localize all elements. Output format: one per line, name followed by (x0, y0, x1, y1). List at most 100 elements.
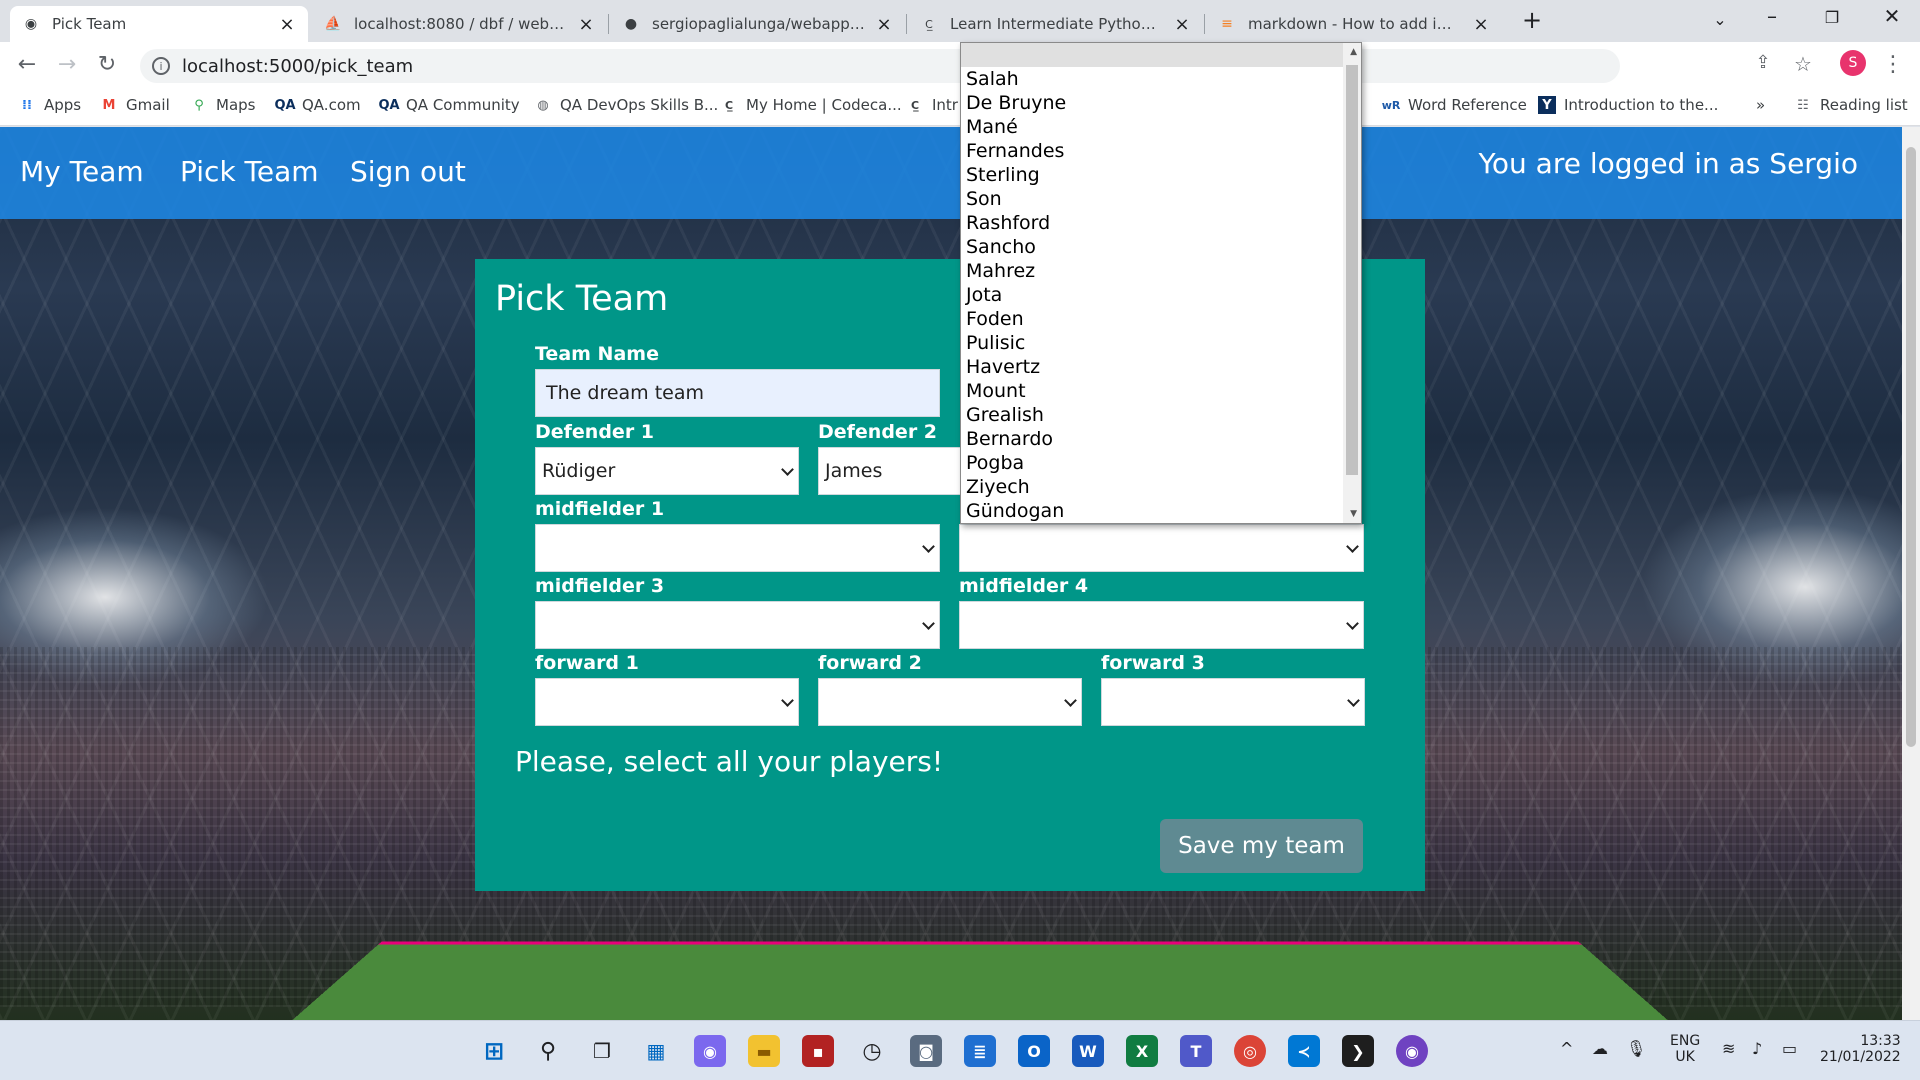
windows-start-icon[interactable]: ⊞ (478, 1035, 510, 1067)
dropdown-option[interactable]: Mahrez (961, 259, 1361, 283)
microphone-icon[interactable]: 🎙 (1626, 1039, 1646, 1058)
scroll-down-arrow-icon[interactable]: ▼ (1350, 509, 1357, 519)
dropdown-option[interactable]: Fernandes (961, 139, 1361, 163)
dropdown-scroll-thumb[interactable] (1346, 65, 1358, 475)
bookmark-intro[interactable]: C̲ Intr (906, 96, 958, 114)
bookmark-introduction[interactable]: Y Introduction to the... (1538, 96, 1718, 114)
dropdown-option[interactable]: Mount (961, 379, 1361, 403)
dropdown-option[interactable]: Sterling (961, 163, 1361, 187)
dropdown-option[interactable]: De Bruyne (961, 91, 1361, 115)
notepad-icon[interactable]: ≣ (964, 1035, 996, 1067)
site-info-icon[interactable]: i (152, 57, 170, 75)
tab-search-icon[interactable]: ⌄ (1700, 10, 1740, 29)
forward-1-select[interactable] (535, 678, 799, 726)
tab-github[interactable]: ● sergiopaglialunga/webapp_fp × (610, 6, 905, 42)
dropdown-option[interactable]: Havertz (961, 355, 1361, 379)
defender-1-select[interactable]: Rüdiger (535, 447, 799, 495)
new-tab-button[interactable]: + (1512, 6, 1552, 34)
dropdown-option[interactable]: Foden (961, 307, 1361, 331)
dropdown-option[interactable]: Rashford (961, 211, 1361, 235)
avatar[interactable]: S (1840, 50, 1866, 76)
close-tab-icon[interactable]: × (1173, 14, 1191, 35)
dropdown-option[interactable]: Son (961, 187, 1361, 211)
nav-link-sign-out[interactable]: Sign out (350, 155, 466, 188)
chrome-icon[interactable]: ◎ (1234, 1035, 1266, 1067)
search-icon[interactable]: ⚲ (532, 1035, 564, 1067)
tab-codecademy[interactable]: C̲ Learn Intermediate Python 3 | Co × (908, 6, 1203, 42)
forward-3-select[interactable] (1101, 678, 1365, 726)
page-scroll-thumb[interactable] (1906, 147, 1916, 747)
language-indicator[interactable]: ENG UK (1670, 1033, 1700, 1065)
vscode-icon[interactable]: ≺ (1288, 1035, 1320, 1067)
bookmark-maps[interactable]: ⚲ Maps (190, 96, 255, 114)
tab-phpmyadmin[interactable]: ⛵ localhost:8080 / dbf / webapp_db × (312, 6, 607, 42)
onedrive-icon[interactable]: ☁ (1592, 1039, 1608, 1058)
midfielder-3-select[interactable] (535, 601, 940, 649)
dropdown-option-empty[interactable] (961, 43, 1361, 67)
nav-link-pick-team[interactable]: Pick Team (180, 155, 319, 188)
chat-icon[interactable]: ◉ (694, 1035, 726, 1067)
reload-icon[interactable]: ↻ (92, 52, 122, 77)
dropdown-option[interactable]: Jota (961, 283, 1361, 307)
dropdown-option[interactable]: Salah (961, 67, 1361, 91)
forward-icon[interactable]: → (52, 52, 82, 77)
dropdown-option[interactable]: Sancho (961, 235, 1361, 259)
word-icon[interactable]: W (1072, 1035, 1104, 1067)
bookmark-qa[interactable]: QA QA.com (274, 96, 360, 114)
player-dropdown-list[interactable]: Salah De Bruyne Mané Fernandes Sterling … (960, 42, 1362, 524)
midfielder-1-select[interactable] (535, 524, 940, 572)
dropdown-option[interactable]: Grealish (961, 403, 1361, 427)
dropdown-option[interactable]: Mané (961, 115, 1361, 139)
close-tab-icon[interactable]: × (875, 14, 893, 35)
bookmark-gmail[interactable]: M Gmail (100, 96, 170, 114)
dropdown-option[interactable]: Gündogan (961, 499, 1361, 523)
teams-icon[interactable]: T (1180, 1035, 1212, 1067)
dropdown-option[interactable]: Bernardo (961, 427, 1361, 451)
bookmark-codecademy[interactable]: C̲ My Home | Codeca... (720, 96, 902, 114)
menu-kebab-icon[interactable]: ⋮ (1878, 52, 1908, 77)
tab-pick-team[interactable]: ◉ Pick Team × (10, 6, 308, 42)
excel-icon[interactable]: X (1126, 1035, 1158, 1067)
dropdown-option[interactable]: Ziyech (961, 475, 1361, 499)
app-red-icon[interactable]: ▪ (802, 1035, 834, 1067)
close-window-button[interactable]: ✕ (1872, 4, 1912, 28)
terminal-icon[interactable]: ❯ (1342, 1035, 1374, 1067)
dropdown-scrollbar[interactable]: ▲ ▼ (1343, 43, 1361, 523)
dropdown-option[interactable]: Pogba (961, 451, 1361, 475)
volume-icon[interactable]: ♪ (1752, 1039, 1762, 1058)
close-tab-icon[interactable]: × (577, 14, 595, 35)
file-explorer-icon[interactable]: ▬ (748, 1035, 780, 1067)
midfielder-2-select[interactable] (959, 524, 1364, 572)
wifi-icon[interactable]: ≋ (1722, 1039, 1735, 1058)
bookmark-star-icon[interactable]: ☆ (1788, 52, 1818, 76)
dropdown-option[interactable]: Pulisic (961, 331, 1361, 355)
bookmark-word-reference[interactable]: wR Word Reference (1382, 96, 1527, 114)
scroll-up-arrow-icon[interactable]: ▲ (1350, 47, 1357, 57)
camera-icon[interactable]: ◙ (910, 1035, 942, 1067)
github-desktop-icon[interactable]: ◉ (1396, 1035, 1428, 1067)
nav-link-my-team[interactable]: My Team (20, 155, 144, 188)
share-icon[interactable]: ⇪ (1748, 52, 1778, 73)
tab-stackoverflow[interactable]: ≡ markdown - How to add images × (1206, 6, 1502, 42)
back-icon[interactable]: ← (12, 52, 42, 77)
clock-app-icon[interactable]: ◷ (856, 1035, 888, 1067)
forward-2-select[interactable] (818, 678, 1082, 726)
restore-button[interactable]: ❐ (1812, 8, 1852, 27)
bookmarks-overflow-button[interactable]: » (1756, 96, 1765, 114)
close-tab-icon[interactable]: × (278, 14, 296, 35)
bookmark-qa-devops[interactable]: ◍ QA DevOps Skills B... (534, 96, 718, 114)
battery-icon[interactable]: ▭ (1782, 1039, 1797, 1058)
bookmark-qa-community[interactable]: QA QA Community (378, 96, 519, 114)
chevron-up-icon[interactable]: ^ (1560, 1039, 1573, 1058)
reading-list-button[interactable]: ☷ Reading list (1794, 96, 1908, 114)
outlook-icon[interactable]: O (1018, 1035, 1050, 1067)
close-tab-icon[interactable]: × (1472, 14, 1490, 35)
midfielder-4-select[interactable] (959, 601, 1364, 649)
url-bar[interactable]: i localhost:5000/pick_team (140, 49, 1620, 83)
team-name-input[interactable]: The dream team (535, 369, 940, 417)
widgets-icon[interactable]: ▦ (640, 1035, 672, 1067)
minimize-button[interactable]: – (1752, 4, 1792, 28)
bookmark-apps[interactable]: ⁞⁞ Apps (18, 96, 81, 114)
task-view-icon[interactable]: ❐ (586, 1035, 618, 1067)
system-clock[interactable]: 13:33 21/01/2022 (1820, 1033, 1901, 1065)
